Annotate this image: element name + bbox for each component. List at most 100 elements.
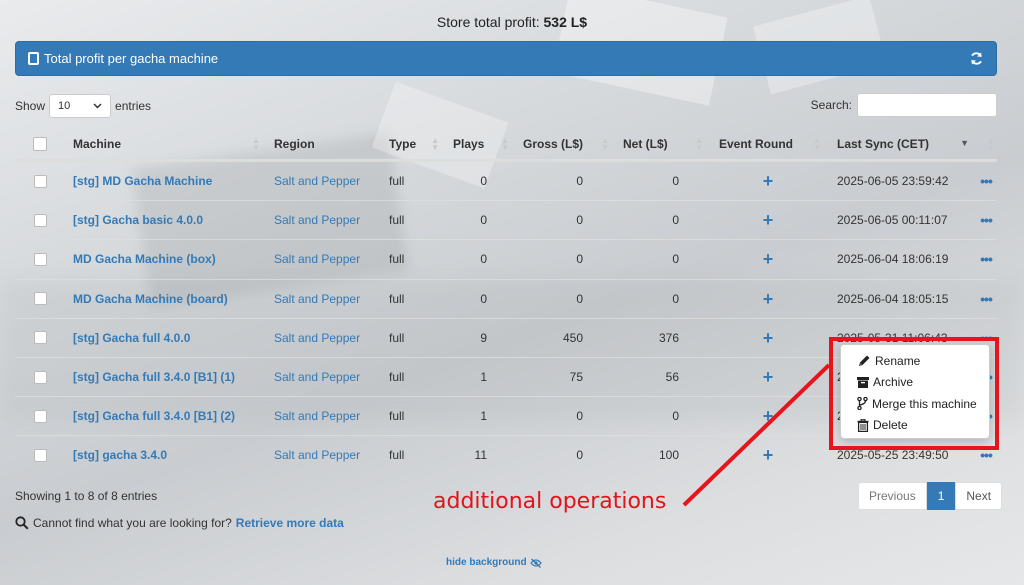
event-round-cell: + (709, 201, 827, 239)
row-select-cell (15, 240, 65, 278)
add-event-round-button[interactable]: + (763, 329, 774, 347)
net-cell: 0 (672, 409, 679, 424)
table-row: MD Gacha Machine (board) Salt and Pepper… (15, 278, 997, 318)
gross-cell: 0 (576, 213, 583, 228)
ops-cell: ••• (975, 240, 997, 278)
more-options-button[interactable]: ••• (980, 213, 993, 227)
add-event-round-button[interactable]: + (763, 368, 774, 386)
machine-cell: [stg] MD Gacha Machine (65, 162, 266, 200)
add-event-round-button[interactable]: + (763, 407, 774, 425)
search-input[interactable] (857, 93, 997, 117)
net-cell: 56 (665, 370, 679, 385)
add-event-round-button[interactable]: + (763, 211, 774, 229)
select-all-checkbox[interactable] (33, 136, 47, 151)
row-checkbox[interactable] (33, 292, 47, 306)
row-checkbox[interactable] (33, 331, 47, 345)
region-link[interactable]: Salt and Pepper (274, 370, 360, 384)
row-checkbox[interactable] (33, 370, 47, 384)
sort-icon: ▲ ▼ (601, 136, 609, 152)
last-sync-cell: 2025-06-05 23:59:42 (837, 174, 949, 189)
table-row: [stg] Gacha basic 4.0.0 Salt and Pepper … (15, 200, 997, 239)
region-link[interactable]: Salt and Pepper (274, 292, 360, 306)
machine-name-link[interactable]: MD Gacha Machine (board) (73, 292, 228, 306)
column-header-last-sync[interactable]: Last Sync (CET) ▼ (827, 128, 975, 159)
row-select-cell (15, 397, 65, 435)
annotation-text: additional operations (433, 489, 667, 514)
more-options-button[interactable]: ••• (980, 252, 993, 266)
more-options-button[interactable]: ••• (980, 448, 993, 462)
column-header-event-round[interactable]: Event Round ▲ ▼ (709, 128, 827, 159)
row-checkbox[interactable] (33, 174, 47, 188)
region-cell: Salt and Pepper (266, 162, 381, 200)
machine-name-link[interactable]: [stg] Gacha full 3.4.0 [B1] (1) (73, 370, 235, 384)
refresh-icon[interactable] (969, 51, 984, 69)
add-event-round-button[interactable]: + (763, 290, 774, 308)
column-header-net[interactable]: Net (L$) ▲ ▼ (615, 128, 709, 159)
region-link[interactable]: Salt and Pepper (274, 213, 360, 227)
row-checkbox[interactable] (33, 252, 47, 266)
machine-name-link[interactable]: [stg] Gacha basic 4.0.0 (73, 213, 203, 227)
net-cell: 100 (658, 448, 679, 463)
net-cell: 0 (672, 213, 679, 228)
region-link[interactable]: Salt and Pepper (274, 331, 360, 345)
column-header-region[interactable]: Region ▲ ▼ (266, 128, 381, 159)
machine-cell: [stg] Gacha basic 4.0.0 (65, 201, 266, 239)
row-checkbox[interactable] (33, 448, 47, 462)
previous-button[interactable]: Previous (858, 482, 927, 510)
net-cell: 0 (672, 252, 679, 267)
annotation-highlight-box (829, 337, 999, 450)
page-1-button[interactable]: 1 (926, 482, 956, 510)
type-cell: full (389, 370, 405, 385)
plays-cell: 0 (480, 291, 487, 306)
row-checkbox[interactable] (33, 213, 47, 227)
column-header-ops: ▲ ▼ (975, 128, 997, 159)
search-icon (15, 516, 29, 530)
region-link[interactable]: Salt and Pepper (274, 448, 360, 462)
plays-cell: 1 (480, 370, 487, 385)
add-event-round-button[interactable]: + (763, 172, 774, 190)
more-options-button[interactable]: ••• (980, 174, 993, 188)
gross-cell: 0 (576, 409, 583, 424)
plays-cell: 9 (480, 330, 487, 345)
machine-cell: [stg] Gacha full 4.0.0 (65, 319, 266, 357)
next-button[interactable]: Next (955, 482, 1003, 510)
event-round-cell: + (709, 280, 827, 318)
event-round-cell: + (709, 397, 827, 435)
event-round-cell: + (709, 436, 827, 474)
plays-cell: 0 (480, 174, 487, 189)
store-total-value: 532 L$ (543, 14, 588, 30)
machine-cell: MD Gacha Machine (box) (65, 240, 266, 278)
search-area: Search: (811, 93, 997, 117)
more-options-button[interactable]: ••• (980, 292, 993, 306)
plays-cell: 0 (480, 213, 487, 228)
plays-cell: 1 (480, 409, 487, 424)
store-total-profit: Store total profit: 532 L$ (436, 14, 588, 30)
machine-name-link[interactable]: [stg] gacha 3.4.0 (73, 448, 167, 462)
add-event-round-button[interactable]: + (763, 446, 774, 464)
machine-name-link[interactable]: [stg] Gacha full 3.4.0 [B1] (2) (73, 409, 235, 423)
column-header-plays[interactable]: Plays ▲ ▼ (445, 128, 515, 159)
entries-select[interactable]: 10 (49, 94, 112, 118)
region-link[interactable]: Salt and Pepper (274, 252, 360, 266)
column-header-gross[interactable]: Gross (L$) ▲ ▼ (515, 128, 615, 159)
panel-header: Total profit per gacha machine (15, 41, 997, 76)
row-checkbox[interactable] (33, 409, 47, 423)
add-event-round-button[interactable]: + (763, 250, 774, 268)
column-header-type[interactable]: Type ▲ ▼ (381, 128, 445, 159)
type-cell: full (389, 409, 405, 424)
machine-cell: [stg] gacha 3.4.0 (65, 436, 266, 474)
region-link[interactable]: Salt and Pepper (274, 409, 360, 423)
last-sync-cell: 2025-06-05 00:11:07 (837, 213, 948, 228)
hide-background-link[interactable]: hide background (446, 557, 542, 568)
region-cell: Salt and Pepper (266, 240, 381, 278)
event-round-cell: + (709, 319, 827, 357)
event-round-cell: + (709, 358, 827, 396)
machine-name-link[interactable]: [stg] Gacha full 4.0.0 (73, 331, 190, 345)
column-header-machine[interactable]: Machine ▲ ▼ (65, 128, 266, 159)
retrieve-more-data-link[interactable]: Retrieve more data (236, 516, 344, 530)
machine-name-link[interactable]: MD Gacha Machine (box) (73, 252, 216, 266)
row-select-cell (15, 201, 65, 239)
region-link[interactable]: Salt and Pepper (274, 174, 360, 188)
row-select-cell (15, 280, 65, 318)
machine-name-link[interactable]: [stg] MD Gacha Machine (73, 174, 212, 188)
